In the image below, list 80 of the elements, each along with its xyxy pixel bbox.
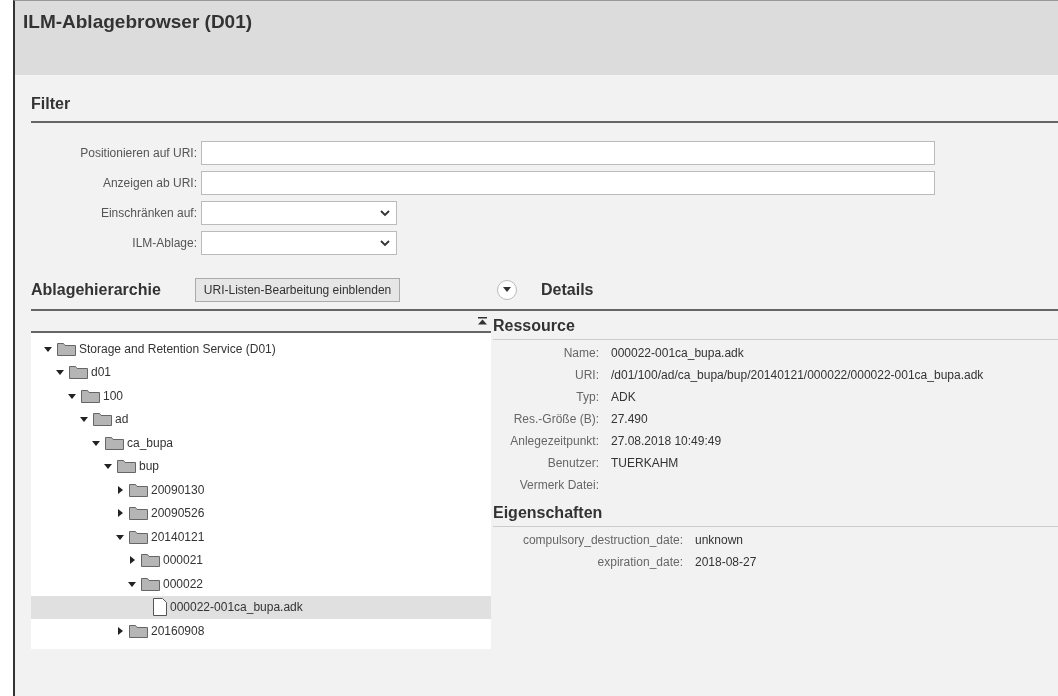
detail-label: URI: bbox=[575, 368, 599, 382]
collapsed-arrow-icon[interactable] bbox=[127, 555, 137, 566]
tree-item-label: Storage and Retention Service (D01) bbox=[79, 341, 276, 356]
detail-label: expiration_date: bbox=[597, 555, 683, 569]
tree-item-label: d01 bbox=[91, 365, 112, 380]
field-label: ILM-Ablage: bbox=[132, 236, 197, 250]
tree-row[interactable]: bup bbox=[31, 454, 491, 478]
tree-row[interactable]: 100 bbox=[31, 384, 491, 408]
tree-item-label: 20090526 bbox=[151, 506, 205, 521]
collapsed-arrow-icon[interactable] bbox=[115, 625, 125, 636]
detail-label: Vermerk Datei: bbox=[519, 478, 599, 492]
collapsed-arrow-icon[interactable] bbox=[115, 484, 125, 495]
detail-label: Benutzer: bbox=[547, 456, 599, 470]
tree-row[interactable]: 000022 bbox=[31, 572, 491, 596]
detail-value: 27.490 bbox=[611, 412, 649, 426]
folder-icon bbox=[129, 529, 148, 544]
toggle-button[interactable] bbox=[497, 280, 517, 300]
tree-row[interactable]: d01 bbox=[31, 360, 491, 384]
file-icon bbox=[153, 598, 167, 617]
folder-icon bbox=[141, 576, 160, 591]
input-field[interactable] bbox=[201, 141, 935, 165]
detail-label: Name: bbox=[563, 346, 599, 360]
detail-value: /d01/100/ad/ca_bupa/bup/20140121/000022/000022-001ca_bupa.adk bbox=[611, 368, 984, 382]
folder-icon bbox=[129, 506, 148, 521]
chevron-icon bbox=[380, 239, 390, 247]
collapse-icon[interactable] bbox=[478, 317, 487, 325]
detail-label: compulsory_destruction_date: bbox=[522, 533, 683, 547]
folder-icon bbox=[117, 459, 136, 474]
tree-row[interactable]: 20090130 bbox=[31, 478, 491, 502]
folder-icon bbox=[69, 365, 88, 380]
detail-value: TUERKAHM bbox=[611, 456, 680, 470]
field-label: Positionieren auf URI: bbox=[80, 146, 197, 160]
tree-row[interactable]: Storage and Retention Service (D01) bbox=[31, 337, 491, 361]
window-title: ILM-Ablagebrowser (D01) bbox=[23, 11, 253, 33]
folder-icon bbox=[129, 482, 148, 497]
tree-item-label: 000022 bbox=[163, 576, 204, 591]
detail-value: ADK bbox=[611, 390, 637, 404]
field-label: Einschränken auf: bbox=[100, 206, 197, 220]
tree-item-label: 000022-001ca_bupa.adk bbox=[170, 600, 303, 615]
field-label: Anzeigen ab URI: bbox=[102, 176, 197, 190]
tree-row[interactable]: ca_bupa bbox=[31, 431, 491, 455]
tree-item-label: 20090130 bbox=[151, 482, 205, 497]
tree-item-label: 000021 bbox=[163, 553, 204, 568]
folder-icon bbox=[93, 412, 112, 427]
detail-value: 000022-001ca_bupa.adk bbox=[611, 346, 745, 360]
folder-icon bbox=[129, 623, 148, 638]
tree-item-label: ad bbox=[115, 412, 129, 427]
input-field[interactable] bbox=[201, 171, 935, 195]
subsection-title: Eigenschaften bbox=[493, 504, 1058, 527]
dropdown-field[interactable] bbox=[201, 231, 397, 255]
folder-icon bbox=[105, 435, 124, 450]
folder-icon bbox=[57, 341, 76, 356]
collapsed-arrow-icon[interactable] bbox=[115, 508, 125, 519]
section-title: Ablagehierarchie bbox=[31, 281, 161, 299]
show-list-button[interactable]: URI-Listen-Bearbeitung einblenden bbox=[194, 278, 401, 302]
tree-item-label: bup bbox=[139, 459, 160, 474]
folder-icon bbox=[81, 388, 100, 403]
dropdown-field[interactable] bbox=[201, 201, 397, 225]
tree-row[interactable]: 20090526 bbox=[31, 501, 491, 525]
caret-icon bbox=[503, 287, 511, 293]
detail-label: Anlegezeitpunkt: bbox=[510, 434, 599, 448]
chevron-icon bbox=[380, 209, 390, 217]
subsection-title: Ressource bbox=[493, 317, 1058, 340]
tree-row[interactable]: ad bbox=[31, 407, 491, 431]
detail-label: Res.-Größe (B): bbox=[513, 412, 599, 426]
detail-value: unknown bbox=[695, 533, 745, 547]
tree-row[interactable]: 20140121 bbox=[31, 525, 491, 549]
detail-label: Typ: bbox=[576, 390, 599, 404]
section-title: Filter bbox=[31, 95, 71, 113]
tree-item-label: ca_bupa bbox=[127, 435, 174, 450]
tree-row[interactable]: 000022-001ca_bupa.adk bbox=[31, 595, 491, 619]
detail-value: 27.08.2018 10:49:49 bbox=[611, 434, 723, 448]
tree-item-label: 20140121 bbox=[151, 529, 205, 544]
tree-item-label: 100 bbox=[103, 388, 124, 403]
tree-row[interactable]: 000021 bbox=[31, 548, 491, 572]
section-title: Details bbox=[541, 281, 594, 299]
tree-item-label: 20160908 bbox=[151, 623, 205, 638]
detail-value: 2018-08-27 bbox=[695, 555, 757, 569]
folder-icon bbox=[141, 553, 160, 568]
tree-row[interactable]: 20160908 bbox=[31, 619, 491, 643]
